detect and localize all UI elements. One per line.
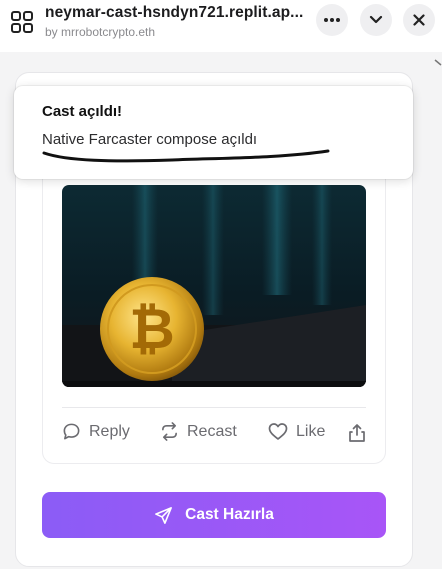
toast-description: Native Farcaster compose açıldı xyxy=(42,131,258,148)
reply-label: Reply xyxy=(89,422,130,440)
window-title: neymar-cast-hsndyn721.replit.ap... xyxy=(45,4,304,21)
cta-label: Cast Hazırla xyxy=(185,506,274,523)
close-button[interactable] xyxy=(403,4,435,36)
window-subtitle: by mrrobotcrypto.eth xyxy=(45,25,156,39)
send-icon xyxy=(155,506,173,524)
heart-icon xyxy=(268,423,288,440)
like-label: Like xyxy=(296,422,326,440)
top-bar: neymar-cast-hsndyn721.replit.ap... by mr… xyxy=(0,0,442,52)
scroll-indicator[interactable] xyxy=(432,56,442,569)
svg-text:₿: ₿ xyxy=(129,297,175,362)
recast-icon xyxy=(162,422,177,441)
share-icon xyxy=(349,424,365,442)
reply-button[interactable]: Reply xyxy=(62,422,130,441)
recast-label: Recast xyxy=(187,422,237,440)
handwritten-underline xyxy=(42,149,330,163)
toast-title: Cast açıldı! xyxy=(42,103,123,120)
apps-grid-icon[interactable] xyxy=(10,10,34,34)
toast-notification[interactable]: Cast açıldı! Native Farcaster compose aç… xyxy=(14,86,413,179)
more-button[interactable] xyxy=(316,4,348,36)
close-icon xyxy=(413,14,425,26)
recast-button[interactable]: Recast xyxy=(160,422,237,441)
share-button[interactable] xyxy=(348,423,374,443)
chevron-down-icon xyxy=(369,15,383,24)
cast-image[interactable]: ₿ xyxy=(62,185,366,387)
like-button[interactable]: Like xyxy=(268,422,325,441)
more-horizontal-icon xyxy=(324,18,340,22)
cast-prepare-button[interactable]: Cast Hazırla xyxy=(42,492,386,538)
divider xyxy=(62,407,366,408)
comment-icon xyxy=(63,423,80,440)
collapse-button[interactable] xyxy=(360,4,392,36)
